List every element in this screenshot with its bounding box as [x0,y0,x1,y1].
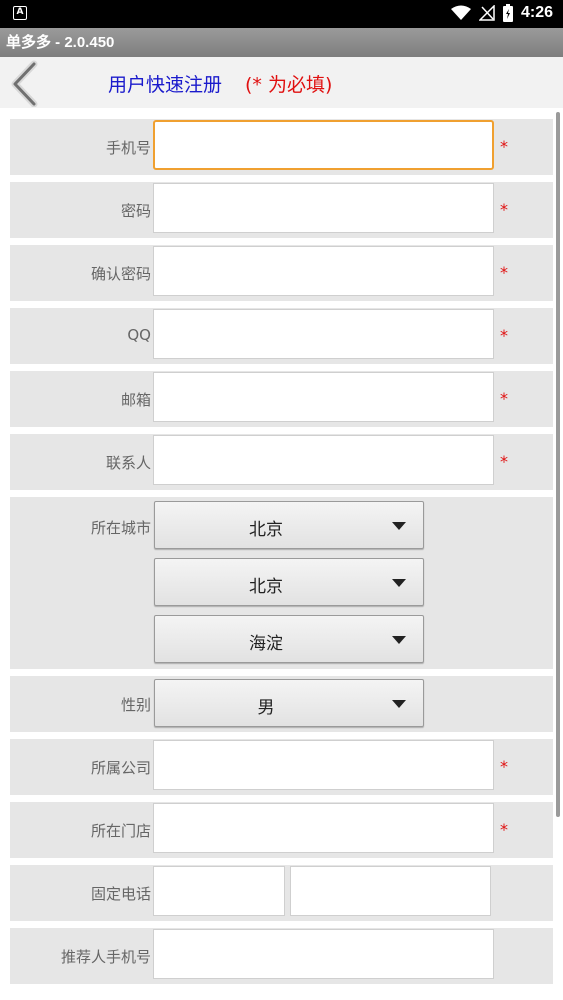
required-star: * [500,452,508,471]
landline-row: 固定电话 [10,865,553,921]
qq-row: QQ * [10,308,553,364]
confirm-password-label: 确认密码 [90,265,151,283]
required-star: * [500,757,508,776]
registration-form: 手机号 * 密码 * 确认密码 * QQ * 邮箱 * 联系人 * 所在城市 北… [0,108,563,1000]
phone-input[interactable] [153,120,494,170]
page-title: 用户快速注册 [108,74,223,96]
contact-input[interactable] [153,435,494,485]
landline-number-input[interactable] [290,866,491,916]
dropdown-arrow-icon [392,522,406,530]
gender-row: 性别 男 [10,676,553,732]
confirm-password-input[interactable] [153,246,494,296]
required-star: * [500,200,508,219]
password-row: 密码 * [10,182,553,238]
landline-label: 固定电话 [90,885,151,903]
store-label: 所在门店 [90,822,151,840]
password-label: 密码 [120,202,151,220]
referrer-row: 推荐人手机号 [10,928,553,984]
province-select[interactable]: 北京 [154,501,424,549]
referrer-label: 推荐人手机号 [60,948,151,966]
chevron-left-icon [11,60,38,108]
city-select[interactable]: 北京 [154,558,424,606]
dropdown-arrow-icon [392,700,406,708]
app-notification-icon: A [13,6,27,20]
store-row: 所在门店 * [10,802,553,858]
required-note: (* 为必填) [245,74,333,96]
required-star: * [500,389,508,408]
required-star: * [500,137,508,156]
phone-label: 手机号 [105,139,151,157]
province-value: 北京 [249,520,283,540]
contact-row: 联系人 * [10,434,553,490]
dropdown-arrow-icon [392,636,406,644]
page-header: 用户快速注册 (* 为必填) [0,57,563,108]
status-bar: A 4:26 [0,0,563,28]
dropdown-arrow-icon [392,579,406,587]
phone-row: 手机号 * [10,119,553,175]
landline-area-code-input[interactable] [153,866,285,916]
contact-label: 联系人 [105,454,151,472]
clock-time: 4:26 [520,4,553,21]
no-signal-icon [478,5,495,21]
company-row: 所属公司 * [10,739,553,795]
back-button[interactable] [6,59,46,108]
required-star: * [500,263,508,282]
email-input[interactable] [153,372,494,422]
required-star: * [500,326,508,345]
district-value: 海淀 [249,634,283,654]
confirm-password-row: 确认密码 * [10,245,553,301]
city-row: 所在城市 北京 北京 海淀 [10,497,553,669]
gender-select[interactable]: 男 [154,679,424,727]
city-label: 所在城市 [90,519,151,537]
email-label: 邮箱 [120,391,151,409]
battery-icon [502,4,513,22]
gender-label: 性别 [120,696,151,714]
company-input[interactable] [153,740,494,790]
app-title-bar: 单多多 - 2.0.450 [0,28,563,57]
gender-value: 男 [257,698,275,718]
qq-label: QQ [127,326,151,344]
email-row: 邮箱 * [10,371,553,427]
city-value: 北京 [249,577,283,597]
referrer-phone-input[interactable] [153,929,494,979]
district-select[interactable]: 海淀 [154,615,424,663]
scrollbar[interactable] [556,112,560,817]
required-star: * [500,820,508,839]
password-input[interactable] [153,183,494,233]
wifi-icon [450,5,471,20]
store-input[interactable] [153,803,494,853]
company-label: 所属公司 [90,759,151,777]
qq-input[interactable] [153,309,494,359]
